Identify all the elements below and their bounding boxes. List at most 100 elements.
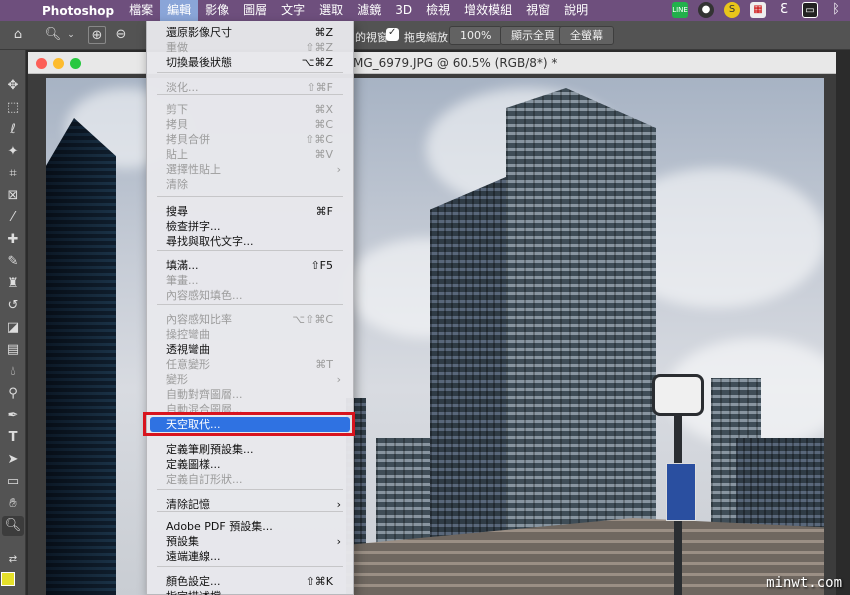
blur-tool-icon[interactable]: 💧︎ — [2, 362, 24, 382]
close-icon[interactable] — [36, 58, 47, 69]
menu-item[interactable]: Adobe PDF 預設集... — [147, 519, 353, 534]
marquee-tool-icon[interactable]: ⬚ — [2, 98, 24, 118]
menu-layer[interactable]: 圖層 — [236, 0, 274, 21]
menu-separator — [157, 511, 343, 512]
brush-tool-icon[interactable]: ✎ — [2, 252, 24, 272]
menu-3d[interactable]: 3D — [388, 0, 419, 21]
street-lamp-head — [652, 374, 704, 416]
app-menu[interactable]: Photoshop — [34, 4, 122, 18]
menu-window[interactable]: 視窗 — [519, 0, 557, 21]
tools-panel: ✥ ⬚ ℓ ✦ ⌗ ⊠ ⁄ ✚ ✎ ♜ ↺ ◪ ▤ 💧︎ ⚲ ✒ T ➤ ▭ ✋… — [0, 50, 26, 595]
zoom-out-icon[interactable]: ⊖ — [112, 26, 130, 44]
menu-item: 重做 ⇧⌘Z — [147, 40, 353, 55]
menu-file[interactable]: 檔案 — [122, 0, 160, 21]
hand-tool-icon[interactable]: ✋︎ — [2, 494, 24, 514]
fit-screen-button[interactable]: 顯示全頁 — [500, 26, 566, 45]
menu-item-shortcut: ⇧⌘Z — [305, 41, 333, 54]
bluetooth-icon[interactable]: ᛒ — [828, 2, 844, 18]
menu-image[interactable]: 影像 — [198, 0, 236, 21]
swap-colors-icon[interactable]: ⇄ — [2, 550, 24, 570]
menu-item-label: 填滿... — [166, 259, 199, 272]
menu-select[interactable]: 選取 — [312, 0, 350, 21]
line-icon[interactable]: LINE — [672, 2, 688, 18]
menu-item[interactable]: 顏色設定... ⇧⌘K — [147, 574, 353, 589]
menu-separator — [157, 94, 343, 95]
menu-item[interactable]: 清除記憶 › — [147, 497, 353, 512]
path-selection-tool-icon[interactable]: ➤ — [2, 450, 24, 470]
options-bar: ⌂ 🔍︎ ⌄ ⊕ ⊖ 的視窗 拖曳縮放 100% 顯示全頁 全螢幕 — [0, 21, 850, 50]
menu-item[interactable]: 遠端連線... — [147, 549, 353, 564]
home-icon[interactable]: ⌂ — [9, 26, 27, 44]
circle-icon[interactable]: ● — [698, 2, 714, 18]
type-tool-icon[interactable]: T — [2, 428, 24, 448]
s-icon[interactable]: S — [724, 2, 740, 18]
menu-item-shortcut: ⌥⌘Z — [301, 56, 333, 69]
minimize-icon[interactable] — [53, 58, 64, 69]
zoom-tool-icon[interactable]: 🔍︎ — [2, 516, 24, 536]
fill-screen-button[interactable]: 全螢幕 — [559, 26, 614, 45]
crop-tool-icon[interactable]: ⌗ — [2, 164, 24, 184]
glass-skyscraper — [46, 118, 116, 595]
eyedropper-tool-icon[interactable]: ⁄ — [2, 208, 24, 228]
menu-item-label: 拷貝合併 — [166, 133, 210, 146]
magic-wand-tool-icon[interactable]: ✦ — [2, 142, 24, 162]
main-tower — [506, 88, 656, 588]
menu-view[interactable]: 檢視 — [419, 0, 457, 21]
pen-tool-icon[interactable]: ✒ — [2, 406, 24, 426]
move-tool-icon[interactable]: ✥ — [2, 76, 24, 96]
menu-separator — [157, 304, 343, 305]
menu-item-shortcut: ⌥⇧⌘C — [292, 313, 333, 326]
scrubby-zoom-checkbox[interactable] — [386, 27, 399, 41]
menu-item: 操控彎曲 — [147, 327, 353, 342]
menu-item[interactable]: 透視彎曲 — [147, 342, 353, 357]
menu-item-label: 切換最後狀態 — [166, 56, 232, 69]
e-icon[interactable]: Ɛ — [776, 2, 792, 18]
zoom-in-icon[interactable]: ⊕ — [88, 26, 106, 44]
menu-item[interactable]: 搜尋 ⌘F — [147, 204, 353, 219]
watermark: minwt.com — [766, 575, 842, 591]
banner — [666, 463, 696, 521]
menu-item: 淡化... ⇧⌘F — [147, 80, 353, 95]
menu-item-label: 重做 — [166, 41, 188, 54]
menu-item[interactable]: 定義筆刷預設集... — [147, 442, 353, 457]
menu-item-label: 預設集 — [166, 535, 199, 548]
menu-item[interactable]: 指定描述檔... — [147, 589, 353, 595]
zoom-tool-icon[interactable]: 🔍︎ — [44, 26, 62, 44]
menu-separator — [157, 250, 343, 251]
menu-item[interactable]: 定義圖樣... — [147, 457, 353, 472]
menu-filter[interactable]: 濾鏡 — [350, 0, 388, 21]
menu-help[interactable]: 說明 — [557, 0, 595, 21]
gradient-tool-icon[interactable]: ▤ — [2, 340, 24, 360]
zoom-100-button[interactable]: 100% — [449, 26, 503, 45]
menu-item-label: 選擇性貼上 — [166, 163, 221, 176]
chevron-down-icon[interactable]: ⌄ — [62, 26, 80, 44]
lasso-tool-icon[interactable]: ℓ — [2, 120, 24, 140]
eraser-tool-icon[interactable]: ◪ — [2, 318, 24, 338]
foreground-color-swatch[interactable] — [1, 572, 15, 586]
frame-tool-icon[interactable]: ⊠ — [2, 186, 24, 206]
rectangle-tool-icon[interactable]: ▭ — [2, 472, 24, 492]
menu-item[interactable]: 還原影像尺寸 ⌘Z — [147, 25, 353, 40]
menu-item[interactable]: 填滿... ⇧F5 — [147, 258, 353, 273]
menu-edit[interactable]: 編輯 — [160, 0, 199, 21]
clapper-icon[interactable]: ▦ — [750, 2, 766, 18]
menu-item-label: 筆畫... — [166, 274, 199, 287]
menu-type[interactable]: 文字 — [274, 0, 312, 21]
menu-item-label: 操控彎曲 — [166, 328, 210, 341]
zoom-window-icon[interactable] — [70, 58, 81, 69]
menu-item[interactable]: 預設集 › — [147, 534, 353, 549]
menu-plugins[interactable]: 增效模組 — [457, 0, 519, 21]
display-icon[interactable]: ▭ — [802, 2, 818, 18]
healing-brush-tool-icon[interactable]: ✚ — [2, 230, 24, 250]
menu-item[interactable]: 切換最後狀態 ⌥⌘Z — [147, 55, 353, 70]
dodge-tool-icon[interactable]: ⚲ — [2, 384, 24, 404]
menu-item-label: 拷貝 — [166, 118, 188, 131]
menu-item-label: 任意變形 — [166, 358, 210, 371]
menu-item[interactable]: 檢查拼字... — [147, 219, 353, 234]
stamp-tool-icon[interactable]: ♜ — [2, 274, 24, 294]
history-brush-tool-icon[interactable]: ↺ — [2, 296, 24, 316]
menu-item-label: 剪下 — [166, 103, 188, 116]
menu-item: 拷貝 ⌘C — [147, 117, 353, 132]
menu-item: 筆畫... — [147, 273, 353, 288]
menu-item[interactable]: 尋找與取代文字... — [147, 234, 353, 249]
